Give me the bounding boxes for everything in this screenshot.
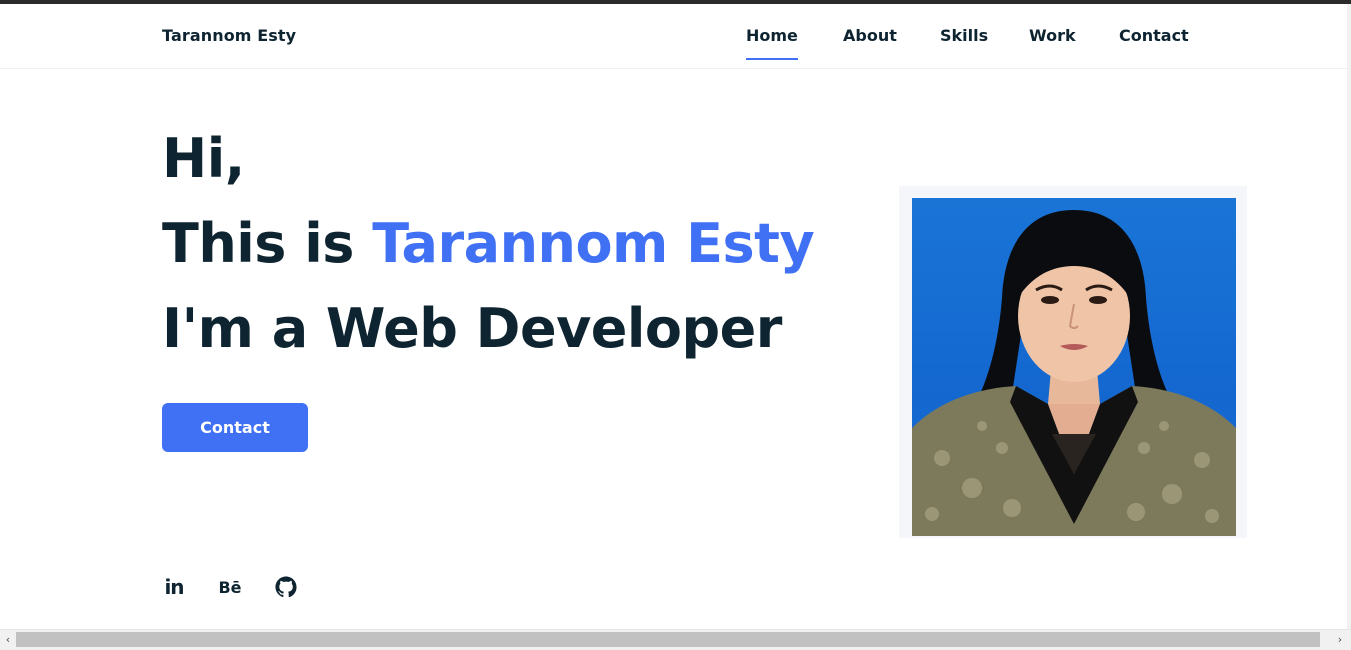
profile-photo	[912, 198, 1236, 536]
hero-intro-line: This is Tarannom Esty	[162, 201, 815, 286]
behance-icon-glyph: Bē	[218, 577, 242, 597]
github-icon-svg	[275, 576, 297, 598]
site-header: Tarannom Esty Home About Skills Work Con…	[0, 4, 1347, 69]
nav-home[interactable]: Home	[746, 26, 798, 60]
vertical-scrollbar[interactable]	[1347, 4, 1351, 629]
social-links: in Bē	[162, 575, 298, 599]
hero-greeting: Hi,	[162, 127, 245, 190]
nav-work[interactable]: Work	[1029, 26, 1076, 45]
horizontal-scrollbar[interactable]: ‹ ›	[0, 629, 1351, 650]
github-icon[interactable]	[274, 575, 298, 599]
scroll-right-icon[interactable]: ›	[1333, 632, 1347, 648]
hero-heading: Hi, This is Tarannom Esty I'm a Web Deve…	[162, 116, 815, 371]
linkedin-icon-glyph: in	[164, 575, 184, 599]
main-nav: Home About Skills Work Contact	[0, 26, 1351, 66]
behance-icon[interactable]: Bē	[218, 575, 242, 599]
linkedin-icon[interactable]: in	[162, 575, 186, 599]
scroll-left-icon[interactable]: ‹	[1, 632, 15, 648]
profile-photo-illustration	[912, 210, 1236, 536]
nav-about[interactable]: About	[843, 26, 897, 45]
hero-role: I'm a Web Developer	[162, 297, 782, 360]
hero-intro-prefix: This is	[162, 212, 373, 275]
nav-skills[interactable]: Skills	[940, 26, 988, 45]
contact-button[interactable]: Contact	[162, 403, 308, 452]
horizontal-scroll-thumb[interactable]	[16, 632, 1320, 647]
nav-contact[interactable]: Contact	[1119, 26, 1189, 45]
hero-name: Tarannom Esty	[372, 212, 815, 275]
